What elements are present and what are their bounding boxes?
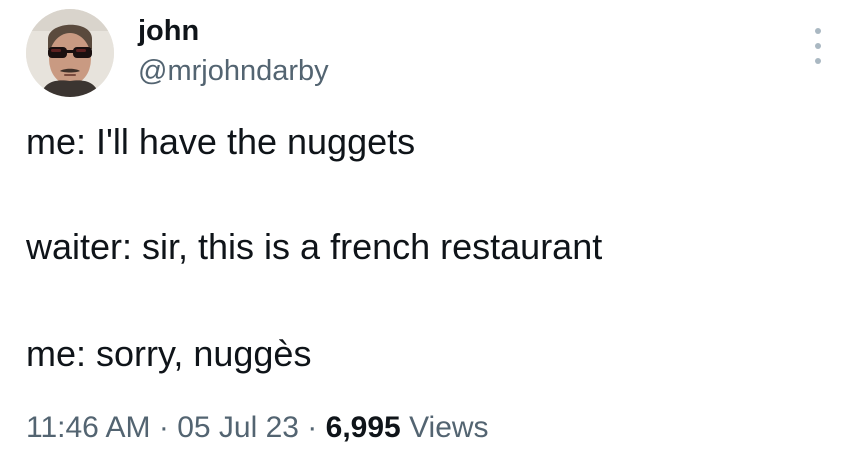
tweet-card: john @mrjohndarby me: I'll have the nugg… xyxy=(0,0,864,469)
tweet-text-line: me: sorry, nuggès xyxy=(26,333,312,374)
tweet-text-line: me: I'll have the nuggets xyxy=(26,121,416,162)
dot-icon xyxy=(815,58,821,64)
author-display-name[interactable]: john xyxy=(138,14,199,48)
avatar-image xyxy=(26,9,114,97)
more-options-icon[interactable] xyxy=(806,28,830,64)
dot-icon xyxy=(815,43,821,49)
dot-icon xyxy=(815,28,821,34)
tweet-text-line: waiter: sir, this is a french restaurant xyxy=(26,226,603,267)
author-handle[interactable]: @mrjohndarby xyxy=(138,53,329,89)
meta-separator: · xyxy=(298,411,326,444)
views-count: 6,995 xyxy=(325,411,401,444)
tweet-meta: 11:46 AM · 05 Jul 23 · 6,995 Views xyxy=(26,408,489,448)
tweet-time[interactable]: 11:46 AM xyxy=(26,411,151,444)
views-label: Views xyxy=(409,411,489,444)
avatar[interactable] xyxy=(26,9,114,97)
tweet-date[interactable]: 05 Jul 23 xyxy=(177,411,299,444)
meta-separator: · xyxy=(150,411,178,444)
